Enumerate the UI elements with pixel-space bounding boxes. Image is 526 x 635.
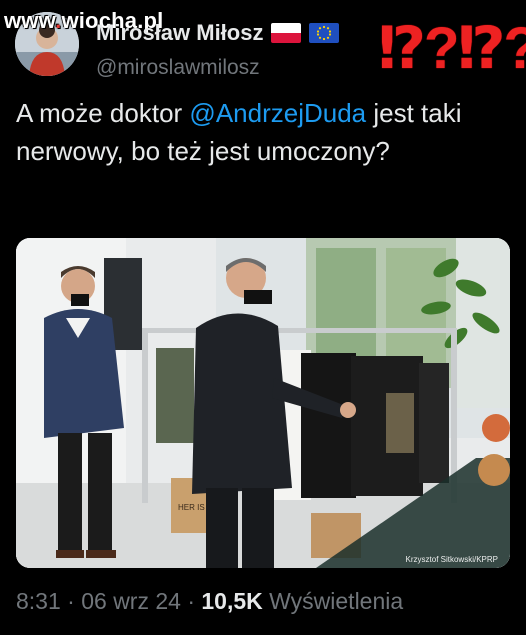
tweet-time[interactable]: 8:31 xyxy=(16,588,61,614)
tweet-text-before: A może doktor xyxy=(16,98,190,128)
photo-credit: Krzysztof Sitkowski/KPRP xyxy=(405,555,498,564)
meta-separator: · xyxy=(60,588,82,614)
view-count[interactable]: 10,5K xyxy=(201,588,262,614)
views-label: Wyświetlenia xyxy=(262,588,404,614)
eu-flag-icon xyxy=(309,23,340,43)
poland-flag-icon xyxy=(271,23,302,43)
author-name-row: Mirosław Miłosz xyxy=(96,20,340,46)
tweet-meta: 8:31 · 06 wrz 24 · 10,5K Wyświetlenia xyxy=(16,588,403,615)
reaction-overlay-text: ⁉?⁉? xyxy=(378,16,526,81)
photo-scene: HER IS BAD xyxy=(16,238,510,568)
tweet-header: www.wiocha.pl Mirosław Miłosz @miroslawm… xyxy=(0,0,526,90)
tweet-photo[interactable]: HER IS BAD Krzysztof Sitkowski/KPRP xyxy=(16,238,510,568)
watermark-prefix: www xyxy=(4,8,56,33)
meta-separator: · xyxy=(180,588,202,614)
author-display-name[interactable]: Mirosław Miłosz xyxy=(96,20,263,46)
tweet-text: A może doktor @AndrzejDuda jest taki ner… xyxy=(16,94,516,170)
mention-link[interactable]: @AndrzejDuda xyxy=(189,98,366,128)
tweet-date[interactable]: 06 wrz 24 xyxy=(81,588,181,614)
author-handle[interactable]: @miroslawmilosz xyxy=(96,56,260,80)
